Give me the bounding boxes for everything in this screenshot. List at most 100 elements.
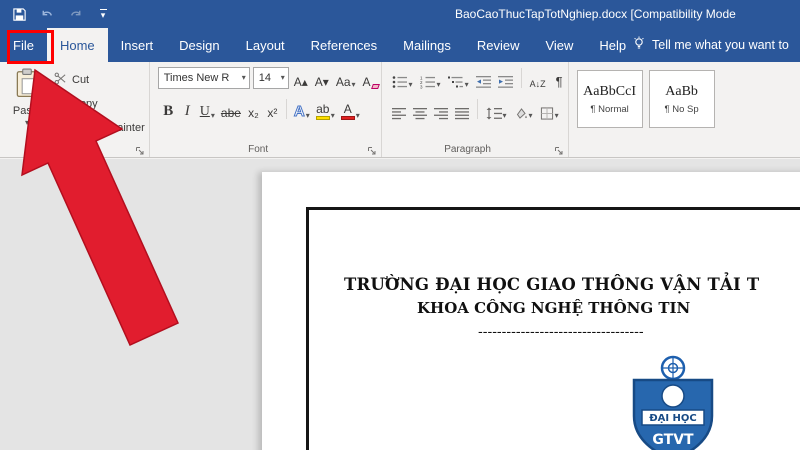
tab-insert[interactable]: Insert xyxy=(108,28,167,62)
bullets-caret-icon: ▾ xyxy=(409,81,413,89)
tell-me-box[interactable]: Tell me what you want to xyxy=(632,28,789,62)
tab-review[interactable]: Review xyxy=(464,28,533,62)
align-right-icon xyxy=(434,107,448,120)
ribbon-tab-row: File Home Insert Design Layout Reference… xyxy=(0,28,800,62)
sort-button[interactable]: A↓Z xyxy=(528,67,548,89)
scissors-icon xyxy=(54,72,67,88)
tab-view[interactable]: View xyxy=(532,28,586,62)
highlight-button[interactable]: ab ▾ xyxy=(314,98,337,120)
font-color-button[interactable]: A ▾ xyxy=(339,98,362,120)
highlight-glyph: ab xyxy=(316,103,329,115)
paragraph-group: ▾ 123 ▾ ▾ A↓Z ¶ xyxy=(382,62,569,157)
highlight-caret-icon: ▾ xyxy=(331,112,335,120)
line-spacing-icon xyxy=(486,107,502,120)
underline-button[interactable]: U ▾ xyxy=(198,98,217,120)
change-case-caret-icon: ▾ xyxy=(352,81,356,89)
shrink-font-button[interactable]: A▾ xyxy=(313,67,331,89)
copy-button[interactable]: Copy xyxy=(54,96,145,112)
redo-icon[interactable] xyxy=(66,5,84,23)
copy-label: Copy xyxy=(72,98,98,110)
bold-button[interactable]: B xyxy=(160,98,177,120)
tab-file[interactable]: File xyxy=(0,28,47,62)
ribbon: Paste ▾ Cut Copy xyxy=(0,62,800,158)
tab-home[interactable]: Home xyxy=(47,28,108,62)
multilevel-list-icon xyxy=(448,75,464,89)
line-spacing-button[interactable]: ▾ xyxy=(484,98,509,120)
tab-layout[interactable]: Layout xyxy=(233,28,298,62)
cut-button[interactable]: Cut xyxy=(54,72,145,88)
borders-icon xyxy=(540,107,554,120)
paste-label: Paste xyxy=(13,105,41,117)
paragraph-dialog-launcher-icon[interactable] xyxy=(554,143,564,153)
doc-heading-1: TRƯỜNG ĐẠI HỌC GIAO THÔNG VẬN TẢI T xyxy=(344,275,759,294)
font-group: Times New R ▾ 14 ▾ A▴ A▾ Aa ▾ A xyxy=(150,62,382,157)
font-color-glyph: A xyxy=(344,103,352,115)
text-effects-glyph: A xyxy=(294,103,305,120)
text-effects-button[interactable]: A ▾ xyxy=(292,98,312,120)
change-case-glyph: Aa xyxy=(336,75,351,89)
show-paragraph-marks-button[interactable]: ¶ xyxy=(551,67,568,89)
clipboard-dialog-launcher-icon[interactable] xyxy=(135,143,145,153)
text-effects-caret-icon: ▾ xyxy=(306,112,310,120)
font-name-combo[interactable]: Times New R ▾ xyxy=(158,67,250,89)
shading-button[interactable]: ▾ xyxy=(512,98,535,120)
style-no-spacing-preview: AaBb xyxy=(665,84,698,100)
underline-glyph: U xyxy=(200,104,210,120)
styles-group: AaBbCcI ¶ Normal AaBb ¶ No Sp xyxy=(569,62,800,157)
align-left-icon xyxy=(392,107,406,120)
change-case-button[interactable]: Aa ▾ xyxy=(334,67,358,89)
doc-heading-2: KHOA CÔNG NGHỆ THÔNG TIN xyxy=(417,299,690,317)
grow-font-button[interactable]: A▴ xyxy=(292,67,310,89)
italic-button[interactable]: I xyxy=(179,98,196,120)
justify-button[interactable] xyxy=(453,98,471,120)
numbering-button[interactable]: 123 ▾ xyxy=(418,67,443,89)
tab-references[interactable]: References xyxy=(298,28,390,62)
bullets-icon xyxy=(392,75,408,89)
decrease-indent-button[interactable] xyxy=(474,67,493,89)
align-center-icon xyxy=(413,107,427,120)
doc-separator: ----------------------------------- xyxy=(478,324,644,340)
borders-caret-icon: ▾ xyxy=(555,112,559,120)
decrease-indent-icon xyxy=(476,75,491,89)
strikethrough-button[interactable]: abe xyxy=(219,98,243,120)
style-no-spacing[interactable]: AaBb ¶ No Sp xyxy=(649,70,715,128)
align-center-button[interactable] xyxy=(411,98,429,120)
font-name-value: Times New R xyxy=(164,72,230,84)
font-group-label: Font xyxy=(150,144,367,155)
style-normal[interactable]: AaBbCcI ¶ Normal xyxy=(577,70,643,128)
format-painter-label: Format Painter xyxy=(72,122,145,134)
font-size-caret-icon: ▾ xyxy=(281,74,285,82)
save-icon[interactable] xyxy=(10,5,28,23)
bullets-button[interactable]: ▾ xyxy=(390,67,415,89)
qat-customize-icon[interactable]: ▾ xyxy=(94,5,112,23)
font-dialog-launcher-icon[interactable] xyxy=(367,143,377,153)
borders-button[interactable]: ▾ xyxy=(538,98,561,120)
subscript-button[interactable]: x₂ xyxy=(245,98,262,120)
align-right-button[interactable] xyxy=(432,98,450,120)
superscript-button[interactable]: x² xyxy=(264,98,281,120)
numbering-caret-icon: ▾ xyxy=(437,81,441,89)
clipboard-icon xyxy=(14,68,40,103)
font-name-caret-icon: ▾ xyxy=(242,74,246,82)
multilevel-list-button[interactable]: ▾ xyxy=(446,67,471,89)
paste-button[interactable]: Paste ▾ xyxy=(6,68,48,136)
tell-me-label: Tell me what you want to xyxy=(652,38,789,52)
font-size-combo[interactable]: 14 ▾ xyxy=(253,67,289,89)
lightbulb-icon xyxy=(632,36,646,54)
format-painter-icon xyxy=(54,120,67,136)
document-page[interactable]: TRƯỜNG ĐẠI HỌC GIAO THÔNG VẬN TẢI T KHOA… xyxy=(262,172,800,450)
undo-icon[interactable] xyxy=(38,5,56,23)
clipboard-group-label: Clipboard xyxy=(0,144,135,155)
align-left-button[interactable] xyxy=(390,98,408,120)
format-painter-button[interactable]: Format Painter xyxy=(54,120,145,136)
justify-icon xyxy=(455,107,469,120)
quick-access-toolbar: ▾ xyxy=(0,5,112,23)
qat-caret-glyph: ▾ xyxy=(101,11,106,20)
svg-text:GTVT: GTVT xyxy=(652,432,694,448)
increase-indent-button[interactable] xyxy=(496,67,515,89)
increase-indent-icon xyxy=(498,75,513,89)
clear-formatting-button[interactable]: A xyxy=(361,67,381,89)
font-divider xyxy=(286,99,287,119)
tab-mailings[interactable]: Mailings xyxy=(390,28,464,62)
tab-design[interactable]: Design xyxy=(166,28,232,62)
